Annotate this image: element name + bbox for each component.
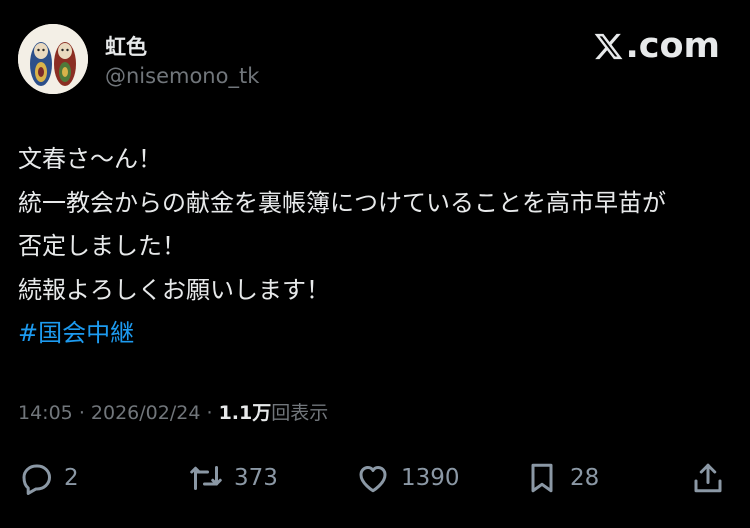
post-time[interactable]: 14:05 <box>18 402 73 424</box>
post-body: 文春さ〜ん！ 統一教会からの献金を裏帳簿につけていることを高市早苗が 否定しまし… <box>18 138 738 356</box>
share-button[interactable] <box>690 456 736 500</box>
x-brand: .com <box>593 26 720 66</box>
bookmark-count: 28 <box>570 465 600 491</box>
post-line: 文春さ〜ん！ <box>18 145 162 173</box>
post-date[interactable]: 2026/02/24 <box>91 402 201 424</box>
repost-count: 373 <box>234 465 278 491</box>
post-line: 続報よろしくお願いします！ <box>18 275 330 304</box>
post-meta: 14:05 · 2026/02/24 · 1.1万回表示 <box>18 398 328 425</box>
bookmark-button[interactable]: 28 <box>524 456 599 500</box>
matryoshka-dolls-avatar-icon <box>18 24 88 94</box>
reply-count: 2 <box>64 465 79 491</box>
views-label: 回表示 <box>271 402 329 424</box>
hashtag-link[interactable]: #国会中継 <box>18 312 738 356</box>
user-handle[interactable]: @nisemono_tk <box>105 62 259 90</box>
avatar[interactable] <box>18 24 88 94</box>
author-info: 虹色 @nisemono_tk <box>105 34 259 90</box>
brand-domain: .com <box>625 26 720 66</box>
reply-icon <box>22 464 51 495</box>
display-name[interactable]: 虹色 <box>105 34 259 60</box>
share-icon <box>694 463 722 493</box>
post-line: 統一教会からの献金を裏帳簿につけていることを高市早苗が <box>18 188 666 217</box>
bookmark-icon <box>531 463 553 493</box>
repost-icon <box>190 466 222 490</box>
like-count: 1390 <box>401 465 460 491</box>
meta-separator: · <box>78 402 85 424</box>
post-line: 否定しました！ <box>18 232 186 260</box>
post-header: 虹色 @nisemono_tk .com <box>18 24 720 94</box>
x-logo-icon <box>595 33 623 59</box>
action-bar: 2 373 1390 28 <box>18 456 730 500</box>
repost-button[interactable]: 373 <box>188 456 278 500</box>
heart-icon <box>359 466 387 493</box>
like-button[interactable]: 1390 <box>355 456 460 500</box>
views-count: 1.1万 <box>218 402 272 424</box>
meta-separator: · <box>206 402 213 424</box>
reply-button[interactable]: 2 <box>18 456 79 500</box>
